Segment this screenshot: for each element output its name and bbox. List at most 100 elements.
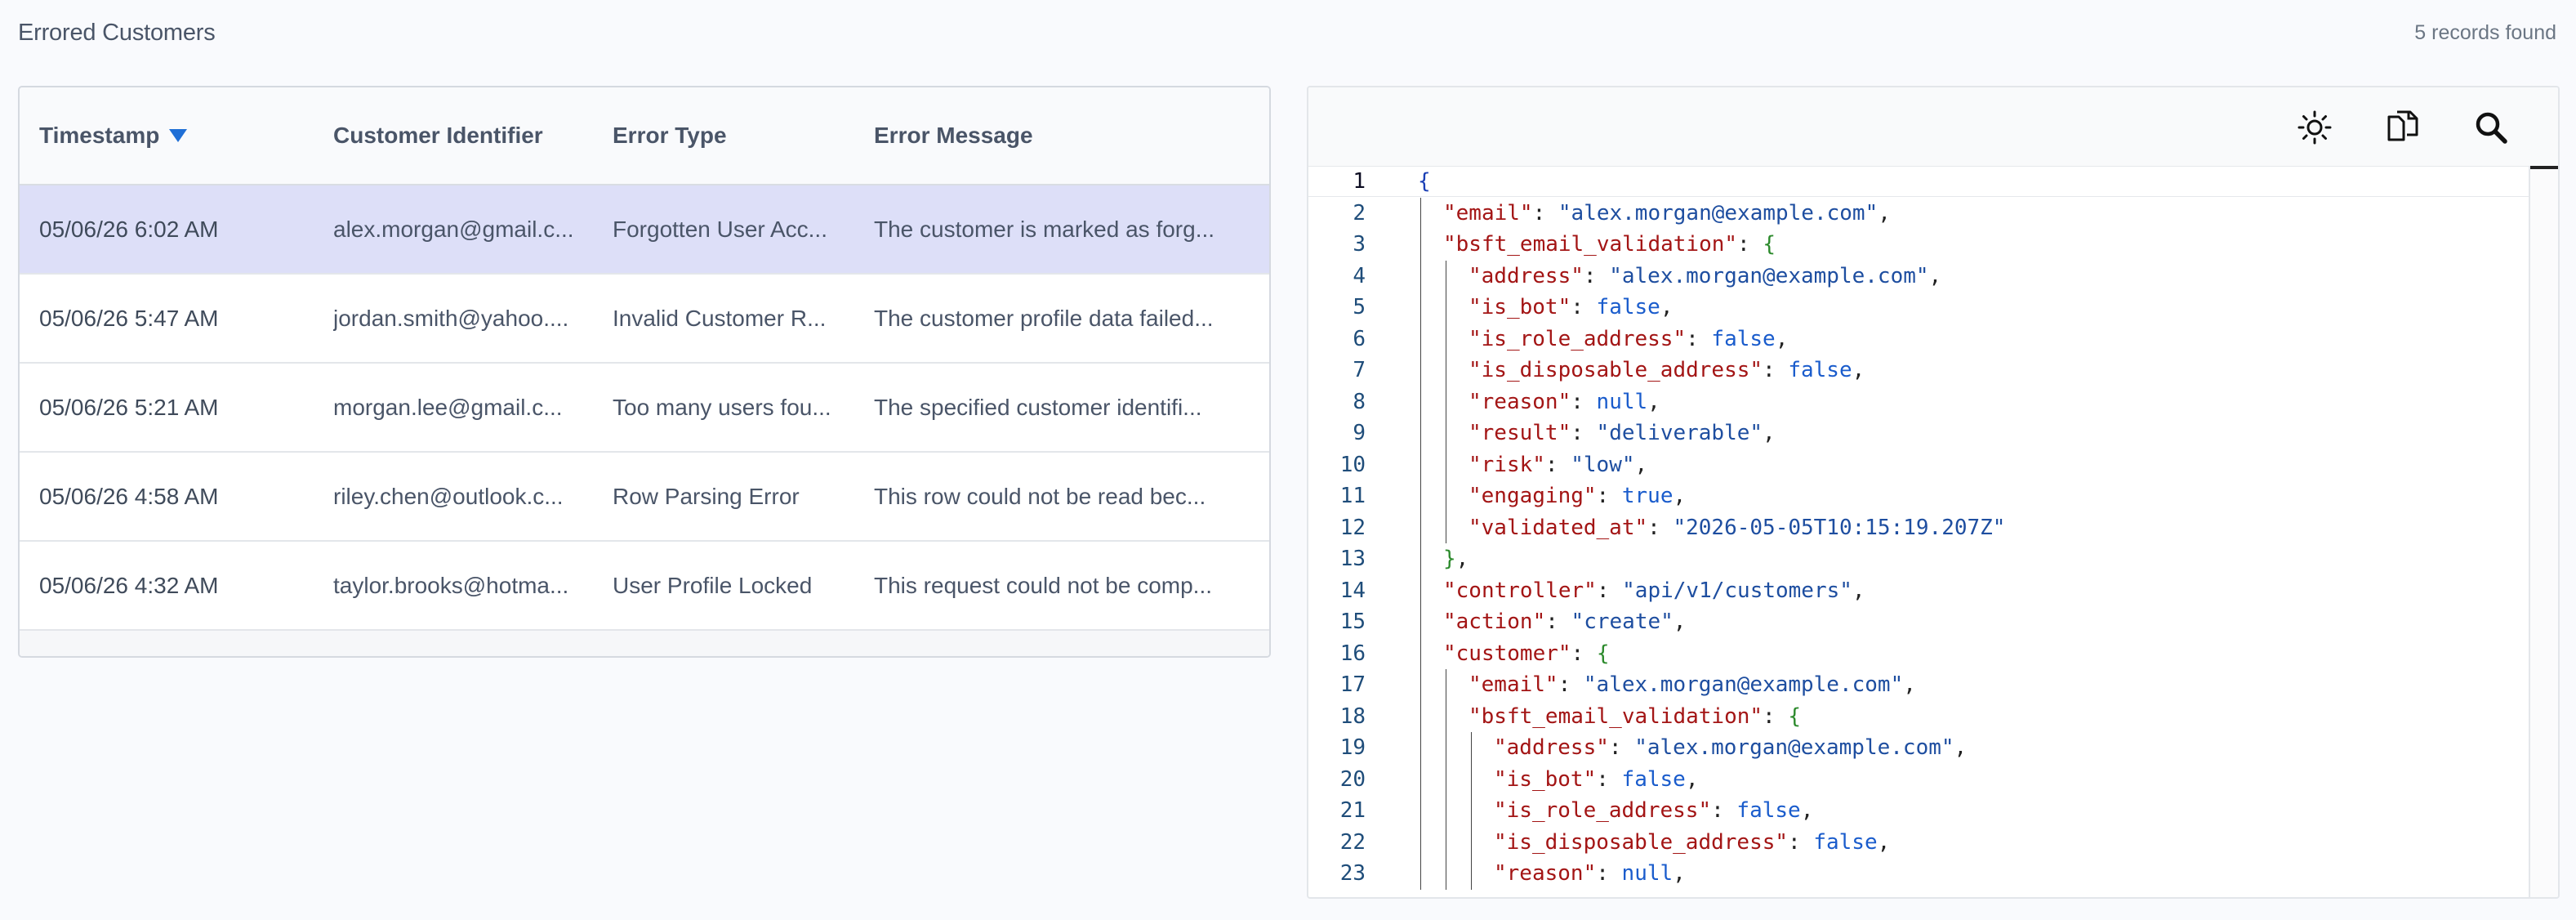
code-line: 11 "engaging": true,	[1308, 480, 2558, 512]
code-token: :	[1647, 515, 1674, 540]
code-token: "bsft_email_validation"	[1468, 703, 1763, 729]
code-line: 15 "action": "create",	[1308, 606, 2558, 638]
code-token: "controller"	[1443, 578, 1597, 603]
code-content: "is_bot": false,	[1468, 292, 1673, 324]
code-line: 9 "result": "deliverable",	[1308, 418, 2558, 449]
cell-timestamp: 05/06/26 6:02 AM	[39, 216, 219, 242]
code-content: "validated_at": "2026-05-05T10:15:19.207…	[1468, 512, 2005, 544]
line-number: 8	[1353, 389, 1366, 414]
code-token: "alex.morgan@example.com"	[1558, 200, 1879, 226]
code-token: :	[1596, 766, 1622, 792]
code-token: ,	[1852, 578, 1865, 603]
code-token: :	[1788, 829, 1814, 855]
code-line: 4 "address": "alex.morgan@example.com",	[1308, 260, 2558, 293]
vertical-scrollbar[interactable]	[2529, 166, 2558, 897]
cell-customer-identifier: jordan.smith@yahoo....	[333, 305, 569, 331]
code-token: "2026-05-05T10:15:19.207Z"	[1673, 515, 2006, 540]
code-token: ,	[1647, 389, 1660, 414]
indent-guide	[1420, 574, 1421, 606]
code-token: "is_disposable_address"	[1468, 358, 1763, 382]
code-token: ,	[1660, 295, 1674, 319]
code-token: :	[1558, 672, 1584, 697]
code-content: "customer": {	[1443, 638, 1610, 670]
json-toolbar	[1308, 87, 2558, 166]
code-line: 6 "is_role_address": false,	[1308, 323, 2558, 355]
code-token: ,	[1852, 358, 1865, 382]
table-row[interactable]: 05/06/26 5:47 AM jordan.smith@yahoo.... In…	[20, 275, 1269, 364]
code-content: "bsft_email_validation": {	[1468, 701, 1801, 733]
search-button[interactable]	[2471, 107, 2511, 148]
column-header-label: Error Type	[613, 123, 727, 148]
code-line: 3 "bsft_email_validation": {	[1308, 229, 2558, 261]
table-row[interactable]: 05/06/26 4:32 AM taylor.brooks@hotma... Us…	[20, 542, 1269, 631]
indent-guide	[1420, 669, 1421, 701]
line-number: 15	[1339, 610, 1366, 634]
code-content: "reason": null,	[1494, 858, 1686, 890]
code-content: "action": "create",	[1443, 606, 1686, 638]
copy-button[interactable]	[2382, 107, 2423, 148]
code-token: false	[1736, 798, 1801, 823]
code-token: "validated_at"	[1468, 515, 1648, 540]
line-number: 11	[1339, 484, 1366, 508]
code-content: "address": "alex.morgan@example.com",	[1468, 261, 1941, 293]
column-header-error-type[interactable]: Error Type	[613, 123, 874, 149]
code-token: "deliverable"	[1596, 421, 1763, 445]
table-row[interactable]: 05/06/26 6:02 AM alex.morgan@gmail.c... Fo…	[20, 185, 1269, 275]
code-line: 20 "is_bot": false,	[1308, 763, 2558, 795]
indent-guide	[1420, 826, 1421, 858]
sort-descending-icon[interactable]	[169, 129, 188, 142]
indent-guide	[1420, 386, 1421, 418]
cell-customer-identifier: riley.chen@outlook.c...	[333, 483, 564, 509]
code-token: }	[1443, 547, 1456, 571]
line-number: 22	[1339, 829, 1366, 855]
line-number: 13	[1339, 547, 1366, 571]
json-viewer: 1{2 "email": "alex.morgan@example.com", 3 "…	[1307, 86, 2560, 899]
scrollbar-thumb[interactable]	[2530, 166, 2558, 169]
column-header-customer-identifier[interactable]: Customer Identifier	[333, 123, 613, 149]
code-token: "is_bot"	[1468, 295, 1571, 319]
table-row[interactable]: 05/06/26 5:21 AM morgan.lee@gmail.c... Too…	[20, 364, 1269, 453]
code-content: "controller": "api/v1/customers",	[1443, 575, 1865, 607]
code-content: "email": "alex.morgan@example.com",	[1468, 669, 1916, 701]
column-header-timestamp[interactable]: Timestamp	[20, 123, 333, 149]
column-header-label: Customer Identifier	[333, 123, 543, 148]
line-number: 5	[1353, 295, 1366, 319]
code-content: "risk": "low",	[1468, 449, 1647, 481]
column-header-error-message[interactable]: Error Message	[874, 123, 1263, 149]
theme-toggle-button[interactable]	[2294, 107, 2335, 148]
code-token: ,	[1763, 421, 1776, 445]
line-number: 14	[1339, 578, 1366, 603]
cell-customer-identifier: taylor.brooks@hotma...	[333, 572, 569, 598]
code-editor[interactable]: 1{2 "email": "alex.morgan@example.com", 3 "…	[1308, 166, 2558, 897]
code-token: "alex.morgan@example.com"	[1583, 672, 1904, 697]
code-token: ,	[1775, 326, 1789, 351]
code-token: :	[1532, 200, 1558, 226]
cell-error-type: Forgotten User Acc...	[613, 216, 827, 242]
code-line: 13},	[1308, 543, 2558, 575]
cell-error-type: User Profile Locked	[613, 572, 813, 598]
code-token: {	[1596, 641, 1610, 666]
code-line: 21 "is_role_address": false,	[1308, 795, 2558, 827]
code-token: "result"	[1468, 421, 1571, 445]
table-row[interactable]: 05/06/26 4:58 AM riley.chen@outlook.c... R…	[20, 453, 1269, 542]
line-number: 9	[1353, 421, 1366, 445]
code-line: 16 "customer": {	[1308, 637, 2558, 670]
code-token: ,	[1673, 861, 1686, 886]
code-token: ,	[1928, 263, 1942, 288]
cell-error-type: Too many users fou...	[613, 394, 831, 420]
code-token: false	[1813, 829, 1878, 855]
code-token: false	[1596, 295, 1660, 319]
code-token: "address"	[1494, 735, 1609, 760]
code-token: "email"	[1468, 672, 1558, 697]
code-line: 10 "risk": "low",	[1308, 449, 2558, 481]
code-token: null	[1621, 861, 1674, 886]
code-content: "is_disposable_address": false,	[1468, 355, 1865, 386]
indent-guide	[1420, 606, 1421, 638]
code-token: ,	[1673, 610, 1687, 634]
cell-timestamp: 05/06/26 5:47 AM	[39, 305, 219, 331]
code-token: :	[1545, 610, 1571, 634]
table-footer	[20, 631, 1269, 656]
line-number: 2	[1353, 200, 1366, 226]
indent-guide	[1420, 637, 1421, 669]
code-token: :	[1763, 703, 1789, 729]
